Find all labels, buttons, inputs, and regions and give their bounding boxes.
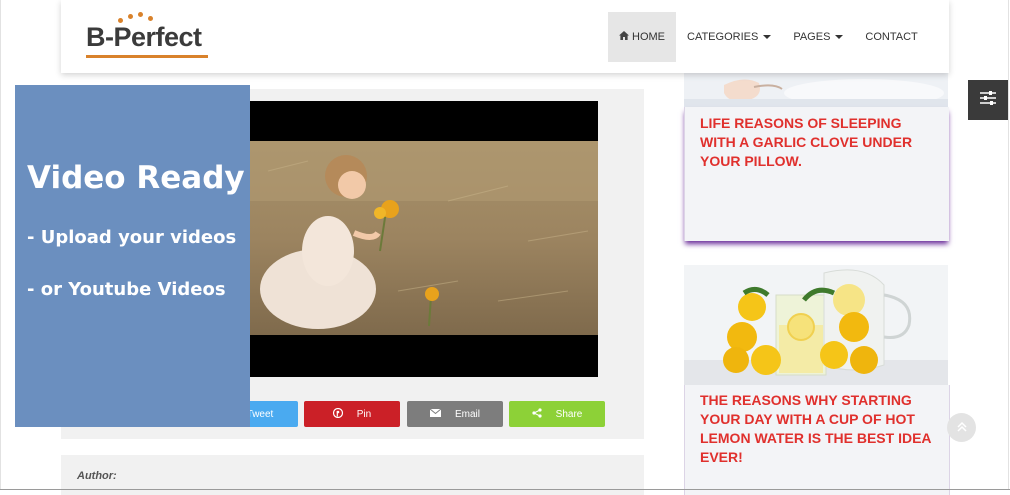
nav-contact-label: CONTACT — [865, 31, 918, 43]
home-icon — [619, 31, 629, 43]
card-image-sleeping[interactable] — [684, 73, 948, 107]
video-ready-promo: Video Ready - Upload your videos - or Yo… — [15, 85, 250, 427]
pinterest-icon — [332, 407, 343, 421]
logo-dot — [138, 12, 143, 17]
nav-home-label: HOME — [632, 31, 665, 43]
page-border-left — [0, 0, 1, 490]
nav-contact[interactable]: CONTACT — [854, 12, 928, 62]
tweet-label: Tweet — [246, 408, 274, 420]
share-label: Share — [555, 408, 583, 420]
share-button[interactable]: Share — [509, 401, 605, 427]
nav-pages-label: PAGES — [793, 31, 831, 43]
settings-panel-toggle[interactable] — [968, 80, 1008, 120]
pin-label: Pin — [356, 408, 372, 420]
author-label: Author: — [77, 470, 117, 482]
chevron-up-icon — [956, 420, 967, 435]
logo-dot — [148, 16, 153, 21]
pin-button[interactable]: Pin — [304, 401, 400, 427]
video-player[interactable] — [248, 101, 598, 377]
promo-feature-youtube: - or Youtube Videos — [27, 279, 226, 300]
promo-title: Video Ready — [27, 160, 245, 196]
video-thumbnail — [248, 141, 598, 335]
sliders-icon — [980, 90, 996, 110]
nav-pages[interactable]: PAGES — [782, 12, 854, 62]
sidebar-card-garlic[interactable]: LIFE REASONS OF SLEEPING WITH A GARLIC C… — [684, 107, 949, 241]
logo-text: B-Perfect — [86, 22, 202, 52]
caret-down-icon — [835, 35, 844, 39]
card-image-lemon[interactable] — [684, 265, 948, 385]
nav-home[interactable]: HOME — [608, 12, 676, 62]
card-title[interactable]: LIFE REASONS OF SLEEPING WITH A GARLIC C… — [700, 114, 940, 171]
email-button[interactable]: Email — [407, 401, 503, 427]
sidebar-card-lemon-water[interactable]: THE REASONS WHY STARTING YOUR DAY WITH A… — [684, 385, 950, 495]
card-title[interactable]: THE REASONS WHY STARTING YOUR DAY WITH A… — [700, 391, 940, 467]
page-border-right — [1008, 0, 1009, 490]
envelope-icon — [429, 408, 442, 420]
main-nav: HOME CATEGORIES PAGES CONTACT — [608, 12, 929, 62]
logo-underline — [86, 55, 208, 58]
scroll-to-top-button[interactable] — [947, 413, 976, 442]
share-icon — [532, 407, 542, 421]
email-label: Email — [454, 408, 480, 420]
caret-down-icon — [763, 35, 772, 39]
nav-categories-label: CATEGORIES — [687, 31, 759, 43]
site-header: B-Perfect HOME CATEGORIES PAGES CONTACT — [61, 0, 949, 73]
promo-feature-upload: - Upload your videos — [27, 227, 237, 248]
logo-dot — [128, 14, 133, 19]
site-logo[interactable]: B-Perfect — [86, 12, 211, 60]
nav-categories[interactable]: CATEGORIES — [676, 12, 782, 62]
